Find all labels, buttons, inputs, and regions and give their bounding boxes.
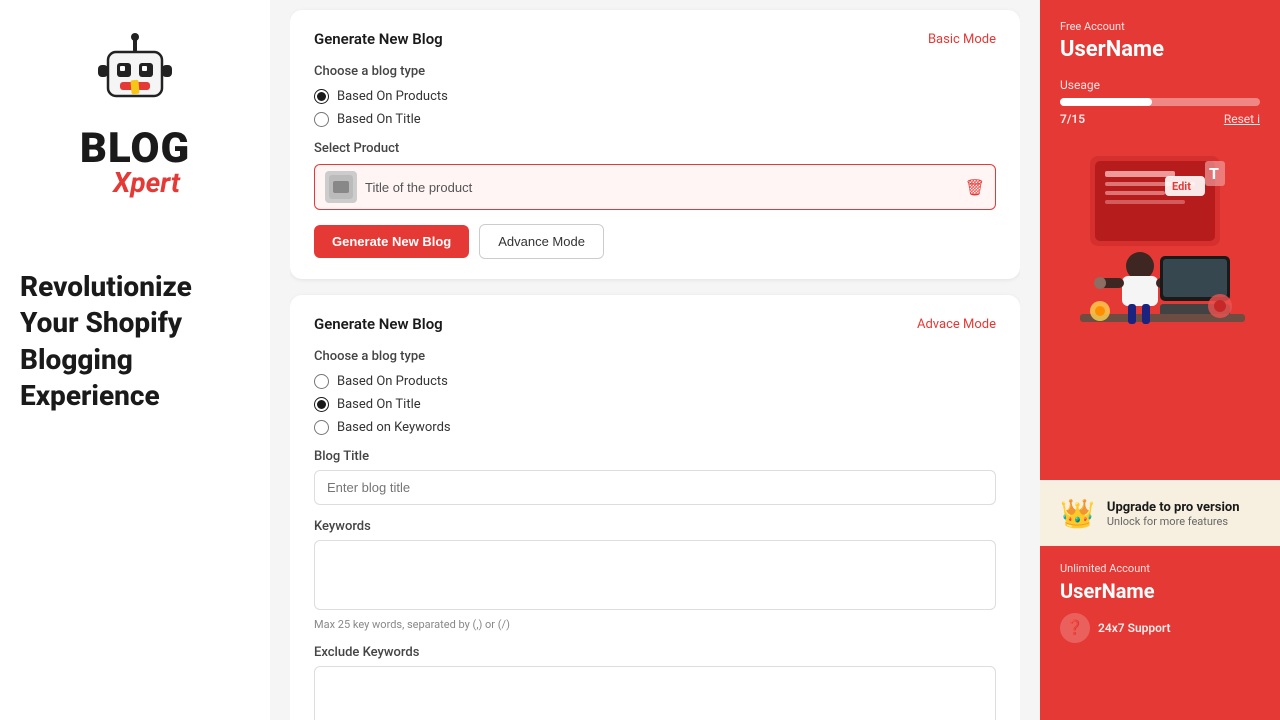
card-basic-mode: Generate New Blog Basic Mode Choose a bl… [290,10,1020,279]
support-text: 24x7 Support [1098,621,1171,635]
unlimited-account-card: Unlimited Account UserName ❓ 24x7 Suppor… [1040,546,1280,720]
free-account-card: Free Account UserName Useage 7/15 Reset … [1040,0,1280,480]
radio-title-label: Based On Title [337,112,421,127]
usage-label: Useage [1060,78,1260,92]
unlimited-label: Unlimited Account [1060,562,1260,575]
keywords-textarea[interactable] [314,540,996,610]
support-icon: ❓ [1060,613,1090,643]
crown-icon: 👑 [1060,497,1095,530]
card2-mode-link[interactable]: Advace Mode [917,317,996,332]
card1-blog-type-label: Choose a blog type [314,64,996,79]
radio2-title-input[interactable] [314,397,329,412]
support-row: ❓ 24x7 Support [1060,613,1260,643]
exclude-keywords-label: Exclude Keywords [314,645,996,660]
free-account-username: UserName [1060,37,1260,62]
radio2-keywords-label: Based on Keywords [337,420,451,435]
radio-products-input[interactable] [314,89,329,104]
keywords-label: Keywords [314,519,996,534]
upgrade-text-block: Upgrade to pro version Unlock for more f… [1107,500,1240,528]
logo-xpert-text: Xpert [113,166,180,199]
usage-count-row: 7/15 Reset i [1060,112,1260,126]
sidebar: BLOG Xpert Revolutionize Your Shopify Bl… [0,0,270,720]
advance-mode-button[interactable]: Advance Mode [479,224,604,259]
product-input-row[interactable]: 🗑 [314,164,996,210]
radio-based-on-products[interactable]: Based On Products [314,89,996,104]
svg-text:Edit: Edit [1172,180,1191,193]
card1-radio-group: Based On Products Based On Title [314,89,996,127]
radio2-based-on-products[interactable]: Based On Products [314,374,996,389]
radio2-based-on-keywords[interactable]: Based on Keywords [314,420,996,435]
robot-logo-icon [90,30,180,120]
sidebar-tagline: Revolutionize Your Shopify Blogging Expe… [20,269,250,415]
radio2-products-label: Based On Products [337,374,448,389]
keywords-hint: Max 25 key words, separated by (,) or (/… [314,618,996,631]
card1-select-product-label: Select Product [314,141,996,156]
radio-based-on-title[interactable]: Based On Title [314,112,996,127]
card1-title: Generate New Blog [314,30,443,48]
usage-count: 7/15 [1060,112,1085,126]
card2-header: Generate New Blog Advace Mode [314,315,996,333]
free-account-label: Free Account [1060,20,1260,33]
upgrade-card[interactable]: 👑 Upgrade to pro version Unlock for more… [1040,480,1280,546]
blog-title-label: Blog Title [314,449,996,464]
card2-radio-group: Based On Products Based On Title Based o… [314,374,996,435]
illustration-container: Edit T [1060,136,1260,336]
product-title-input[interactable] [365,180,957,195]
generate-blog-button[interactable]: Generate New Blog [314,225,469,258]
radio2-based-on-title[interactable]: Based On Title [314,397,996,412]
card-advance-mode: Generate New Blog Advace Mode Choose a b… [290,295,1020,720]
upgrade-title: Upgrade to pro version [1107,500,1240,515]
exclude-keywords-textarea[interactable] [314,666,996,720]
radio-title-input[interactable] [314,112,329,127]
right-panel: Free Account UserName Useage 7/15 Reset … [1040,0,1280,720]
logo-container: BLOG Xpert [80,30,190,199]
product-thumbnail [325,171,357,203]
radio2-products-input[interactable] [314,374,329,389]
card1-header: Generate New Blog Basic Mode [314,30,996,48]
card2-blog-type-label: Choose a blog type [314,349,996,364]
card1-mode-link[interactable]: Basic Mode [928,32,996,47]
blog-title-input[interactable] [314,470,996,505]
upgrade-subtitle: Unlock for more features [1107,515,1240,528]
radio2-title-label: Based On Title [337,397,421,412]
radio2-keywords-input[interactable] [314,420,329,435]
usage-progress-fill [1060,98,1152,106]
card2-title: Generate New Blog [314,315,443,333]
unlimited-username: UserName [1060,579,1260,603]
logo-blog-text: BLOG [80,128,190,170]
card1-btn-row: Generate New Blog Advance Mode [314,224,996,259]
usage-progress-bg [1060,98,1260,106]
reset-link[interactable]: Reset i [1224,112,1260,126]
radio-products-label: Based On Products [337,89,448,104]
main-content: Generate New Blog Basic Mode Choose a bl… [270,0,1040,720]
desk-illustration-icon: Edit T [1060,136,1260,336]
svg-text:T: T [1209,164,1219,183]
trash-icon[interactable]: 🗑 [965,178,985,197]
